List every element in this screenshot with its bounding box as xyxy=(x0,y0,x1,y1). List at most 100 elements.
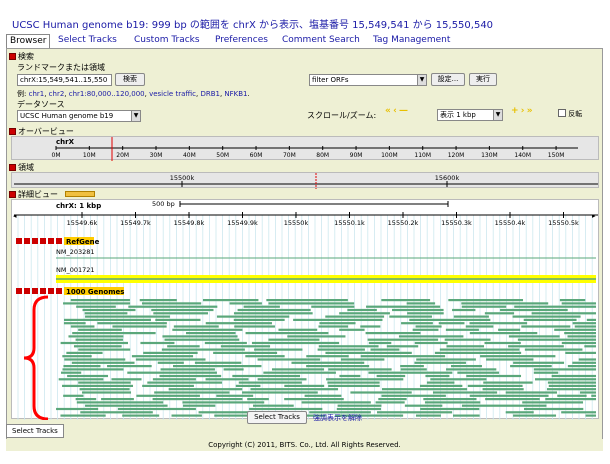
variant-feature xyxy=(151,308,214,312)
select-tracks-button[interactable]: Select Tracks xyxy=(247,411,307,424)
variant-feature xyxy=(63,302,131,305)
details-panel[interactable]: chrX: 1 kbp 500 bp ◂ ▸ 15549.6k 15549.7k 1… xyxy=(11,199,599,421)
variant-feature xyxy=(420,407,480,411)
variant-feature xyxy=(152,398,243,401)
variant-feature xyxy=(245,355,285,358)
zoom-select[interactable]: 表示 1 kbp ▼ xyxy=(437,109,503,121)
variant-feature xyxy=(75,398,97,401)
variant-feature xyxy=(401,322,433,325)
tab-tag-management[interactable]: Tag Management xyxy=(373,34,450,48)
tab-custom-tracks[interactable]: Custom Tracks xyxy=(134,34,200,48)
collapse-icon[interactable] xyxy=(9,191,16,198)
variant-feature xyxy=(500,308,568,312)
variant-feature xyxy=(339,328,365,331)
variant-feature xyxy=(381,388,468,391)
variant-feature xyxy=(586,318,596,321)
datasource-select[interactable]: UCSC Human genome b19 ▼ xyxy=(17,110,141,122)
tab-preferences[interactable]: Preferences xyxy=(215,34,268,48)
collapse-icon[interactable] xyxy=(9,128,16,135)
collapse-icon[interactable] xyxy=(9,164,16,171)
variant-feature xyxy=(284,384,325,387)
variant-feature xyxy=(551,374,596,378)
variant-feature xyxy=(438,322,465,325)
details-scroll-handle[interactable] xyxy=(64,191,95,197)
landmark-input[interactable]: chrX:15,549,541..15,550 xyxy=(17,74,112,86)
variant-feature xyxy=(381,394,446,397)
variant-feature xyxy=(167,345,200,348)
example-link-drb1[interactable]: DRB1 xyxy=(200,90,220,98)
variant-feature xyxy=(376,374,406,378)
variant-feature xyxy=(412,328,439,331)
scroll-left-far-icon[interactable]: « xyxy=(385,106,391,116)
scroll-right-icon[interactable]: › xyxy=(521,106,525,116)
variant-feature xyxy=(591,394,596,397)
variant-feature xyxy=(430,378,487,381)
variant-feature xyxy=(56,407,99,411)
variant-feature xyxy=(67,374,109,378)
variant-feature xyxy=(400,365,424,368)
bottom-select-tracks-tab[interactable]: Select Tracks xyxy=(6,424,64,438)
scroll-left-icon[interactable]: ‹ xyxy=(393,106,397,116)
example-link-nfkb1[interactable]: NFKB1 xyxy=(224,90,247,98)
variant-feature xyxy=(235,384,261,387)
variant-feature xyxy=(62,384,134,387)
overview-tick-label: 70M xyxy=(283,152,296,159)
variant-feature xyxy=(60,414,106,417)
variant-feature xyxy=(75,338,123,341)
tab-browser[interactable]: Browser xyxy=(6,34,51,48)
genomes-track-header[interactable]: 1000 Genomes xyxy=(16,287,124,296)
details-left-arrow-icon[interactable]: ◂ xyxy=(13,212,17,220)
example-link-vesicle[interactable]: vesicle traffic xyxy=(149,90,196,98)
example-link-chr2[interactable]: chr2 xyxy=(49,90,65,98)
zoom-out-icon[interactable]: — xyxy=(399,106,408,116)
variant-feature xyxy=(257,358,321,361)
region-panel[interactable]: 15500k 15600k xyxy=(11,172,599,189)
variant-feature xyxy=(160,368,215,371)
example-link-range[interactable]: chr1:80,000..120,000 xyxy=(69,90,145,98)
tab-comment-search[interactable]: Comment Search xyxy=(282,34,360,48)
overview-panel[interactable]: chrX 0M 10M 20M 30M 40M 50M 60M 70M 80M 90M 100M 11… xyxy=(11,136,599,161)
variant-feature xyxy=(76,305,116,308)
variant-feature xyxy=(171,414,202,417)
variant-feature xyxy=(128,305,218,308)
search-button[interactable]: 検索 xyxy=(115,73,145,86)
scroll-right-far-icon[interactable]: » xyxy=(527,106,533,116)
clear-highlight-link[interactable]: 強調表示を解除 xyxy=(313,413,362,423)
search-section-header[interactable]: 検索 xyxy=(9,51,34,62)
filter-select[interactable]: filter ORFs ▼ xyxy=(309,74,427,86)
overview-tick-label: 80M xyxy=(316,152,329,159)
variant-feature xyxy=(223,368,244,371)
variant-feature xyxy=(565,351,596,354)
variant-feature xyxy=(139,299,177,302)
variant-feature xyxy=(152,378,196,381)
variant-feature xyxy=(85,315,170,318)
variant-feature xyxy=(78,328,122,331)
details-tick-label: 15549.7k xyxy=(120,219,151,227)
variant-feature xyxy=(574,325,596,328)
variant-feature xyxy=(268,302,355,305)
example-link-chr1[interactable]: chr1 xyxy=(29,90,45,98)
variant-feature xyxy=(147,381,222,384)
variant-feature xyxy=(513,361,565,364)
variant-feature xyxy=(406,302,436,305)
variant-feature xyxy=(339,374,361,378)
tab-select-tracks[interactable]: Select Tracks xyxy=(58,34,117,48)
flip-checkbox[interactable] xyxy=(558,109,566,117)
details-tick-label: 15549.6k xyxy=(67,219,98,227)
collapse-icon[interactable] xyxy=(9,53,16,60)
run-button[interactable]: 実行 xyxy=(469,73,497,86)
variant-feature xyxy=(564,332,596,335)
variant-feature xyxy=(82,308,136,312)
settings-button[interactable]: 設定... xyxy=(431,73,465,86)
zoom-in-icon[interactable]: + xyxy=(511,106,519,116)
variant-feature xyxy=(327,381,380,384)
overview-chrom-label: chrX xyxy=(56,138,75,146)
overview-tick-label: 130M xyxy=(481,152,498,159)
variant-feature xyxy=(548,384,596,387)
details-right-arrow-icon[interactable]: ▸ xyxy=(592,212,596,220)
variant-feature xyxy=(97,322,167,325)
variant-feature xyxy=(249,407,323,411)
variant-feature xyxy=(580,391,596,394)
variant-feature xyxy=(173,365,262,368)
variant-feature xyxy=(409,318,491,321)
